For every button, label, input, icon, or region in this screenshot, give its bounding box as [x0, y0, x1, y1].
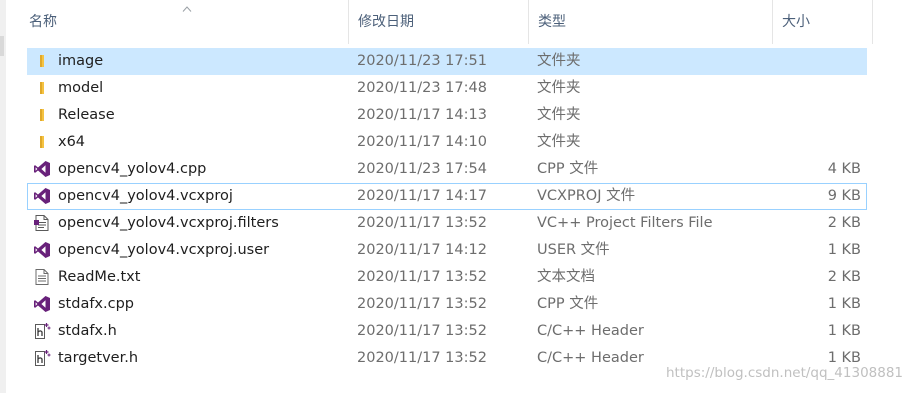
- folder-icon: [33, 52, 51, 70]
- file-type: 文件夹: [537, 53, 581, 69]
- file-name: image: [58, 53, 104, 69]
- file-row-4[interactable]: x64 2020/11/17 14:10 文件夹: [27, 129, 867, 156]
- file-type: CPP 文件: [537, 296, 599, 312]
- file-modified-date: 2020/11/17 13:52: [357, 296, 487, 312]
- header-file-icon: [33, 349, 51, 367]
- file-size: 9 KB: [827, 188, 861, 204]
- file-modified-date: 2020/11/23 17:48: [357, 80, 487, 96]
- file-name: Release: [58, 107, 115, 123]
- file-row-1[interactable]: image 2020/11/23 17:51 文件夹: [27, 48, 867, 75]
- text-file-icon: [33, 268, 51, 286]
- file-type: C/C++ Header: [537, 350, 644, 366]
- file-row-3[interactable]: Release 2020/11/17 14:13 文件夹: [27, 102, 867, 129]
- file-row-6[interactable]: opencv4_yolov4.vcxproj 2020/11/17 14:17 …: [27, 183, 867, 210]
- file-size: 1 KB: [827, 323, 861, 339]
- file-modified-date: 2020/11/17 14:17: [357, 188, 487, 204]
- file-name: model: [58, 80, 104, 96]
- column-header-type-label: 类型: [538, 14, 566, 30]
- visual-studio-icon: [33, 160, 51, 178]
- file-type: VCXPROJ 文件: [537, 188, 636, 204]
- folder-icon: [33, 106, 51, 124]
- file-modified-date: 2020/11/17 13:52: [357, 269, 487, 285]
- file-name: stdafx.h: [58, 323, 117, 339]
- folder-icon: [33, 79, 51, 97]
- file-modified-date: 2020/11/17 14:12: [357, 242, 487, 258]
- file-modified-date: 2020/11/17 14:10: [357, 134, 487, 150]
- column-header-name-label: 名称: [29, 14, 57, 30]
- file-row-8[interactable]: opencv4_yolov4.vcxproj.user 2020/11/17 1…: [27, 237, 867, 264]
- column-header-date-label: 修改日期: [358, 14, 414, 30]
- filters-file-icon: [33, 214, 51, 232]
- file-row-10[interactable]: stdafx.cpp 2020/11/17 13:52 CPP 文件 1 KB: [27, 291, 867, 318]
- file-name: opencv4_yolov4.cpp: [58, 161, 207, 177]
- sort-ascending-icon[interactable]: [182, 6, 192, 12]
- file-name: opencv4_yolov4.vcxproj: [58, 188, 233, 204]
- navigation-pane-edge: [0, 0, 6, 393]
- file-name: targetver.h: [58, 350, 139, 366]
- column-header-date[interactable]: 修改日期: [348, 0, 528, 44]
- file-modified-date: 2020/11/17 13:52: [357, 323, 487, 339]
- visual-studio-icon: [33, 295, 51, 313]
- file-type: VC++ Project Filters File: [537, 215, 713, 231]
- file-row-11[interactable]: stdafx.h 2020/11/17 13:52 C/C++ Header 1…: [27, 318, 867, 345]
- file-name: opencv4_yolov4.vcxproj.filters: [58, 215, 279, 231]
- file-modified-date: 2020/11/17 13:52: [357, 215, 487, 231]
- file-modified-date: 2020/11/23 17:54: [357, 161, 487, 177]
- column-header-row: 名称 修改日期 类型 大小: [20, 0, 873, 44]
- file-type: USER 文件: [537, 242, 610, 258]
- file-type: 文件夹: [537, 80, 581, 96]
- file-name: x64: [58, 134, 86, 150]
- watermark-text: https://blog.csdn.net/qq_41308881: [666, 365, 904, 381]
- file-type: 文件夹: [537, 134, 581, 150]
- file-size: 1 KB: [827, 296, 861, 312]
- header-file-icon: [33, 322, 51, 340]
- file-list: image 2020/11/23 17:51 文件夹 model 2020/11…: [27, 48, 867, 372]
- file-type: 文件夹: [537, 107, 581, 123]
- file-modified-date: 2020/11/17 14:13: [357, 107, 487, 123]
- file-type: CPP 文件: [537, 161, 599, 177]
- file-size: 2 KB: [827, 269, 861, 285]
- column-header-size-label: 大小: [782, 14, 810, 30]
- file-row-7[interactable]: opencv4_yolov4.vcxproj.filters 2020/11/1…: [27, 210, 867, 237]
- file-size: 2 KB: [827, 215, 861, 231]
- file-row-2[interactable]: model 2020/11/23 17:48 文件夹: [27, 75, 867, 102]
- file-explorer-window: 名称 修改日期 类型 大小 image 2020/11/23 17:51 文件夹…: [0, 0, 915, 393]
- file-size: 4 KB: [827, 161, 861, 177]
- file-type: C/C++ Header: [537, 323, 644, 339]
- file-size: 1 KB: [827, 242, 861, 258]
- file-type: 文本文档: [537, 269, 595, 285]
- column-header-type[interactable]: 类型: [528, 0, 772, 44]
- file-row-5[interactable]: opencv4_yolov4.cpp 2020/11/23 17:54 CPP …: [27, 156, 867, 183]
- file-name: ReadMe.txt: [58, 269, 141, 285]
- file-modified-date: 2020/11/17 13:52: [357, 350, 487, 366]
- file-name: stdafx.cpp: [58, 296, 135, 312]
- column-header-size[interactable]: 大小: [772, 0, 873, 44]
- navigation-pane-marker: [0, 36, 4, 56]
- file-modified-date: 2020/11/23 17:51: [357, 53, 487, 69]
- visual-studio-icon: [33, 187, 51, 205]
- visual-studio-icon: [33, 241, 51, 259]
- file-row-9[interactable]: ReadMe.txt 2020/11/17 13:52 文本文档 2 KB: [27, 264, 867, 291]
- folder-icon: [33, 133, 51, 151]
- file-name: opencv4_yolov4.vcxproj.user: [58, 242, 270, 258]
